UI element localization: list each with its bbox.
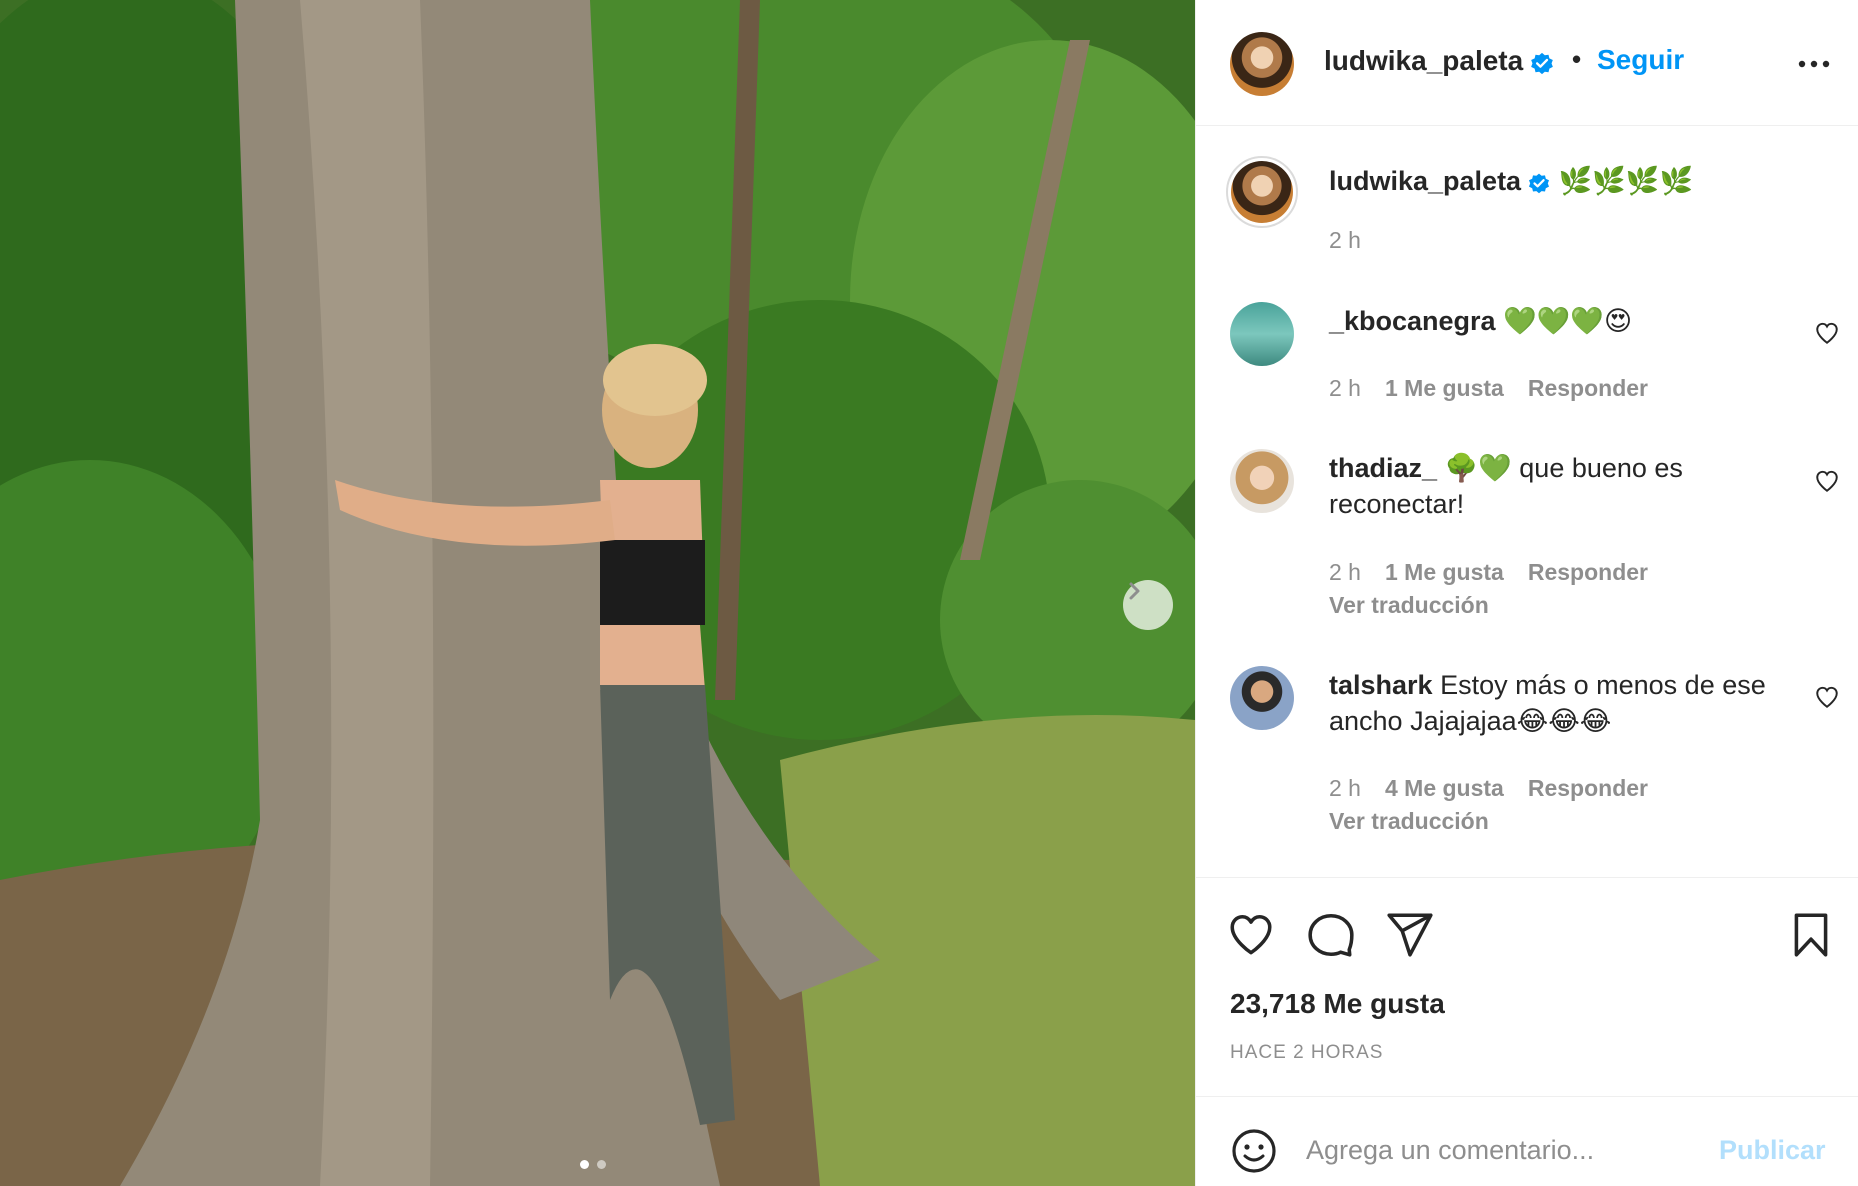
publish-button[interactable]: Publicar — [1719, 1135, 1826, 1166]
heart-icon[interactable] — [1226, 910, 1276, 960]
more-options-icon[interactable] — [1794, 52, 1834, 76]
post-timestamp: HACE 2 HORAS — [1230, 1042, 1384, 1063]
comment-input[interactable] — [1306, 1121, 1706, 1179]
comment-time: 2 h — [1329, 559, 1361, 585]
commenter-avatar[interactable] — [1230, 666, 1294, 730]
post-actions: 23,718 Me gusta HACE 2 HORAS — [1196, 877, 1858, 1096]
caption-time: 2 h — [1329, 227, 1361, 253]
comment-like-heart-icon[interactable] — [1814, 684, 1840, 710]
comment-username[interactable]: talshark — [1329, 670, 1433, 700]
author-username-row: ludwika_paleta — [1324, 45, 1555, 77]
reply-button[interactable]: Responder — [1528, 775, 1648, 802]
post-side-panel: ludwika_paleta • Seguir ludwika_paleta 🌿… — [1195, 0, 1858, 1186]
comment-text: talshark Estoy más o menos de ese ancho … — [1329, 667, 1769, 739]
share-icon[interactable] — [1385, 910, 1435, 960]
commenter-avatar[interactable] — [1230, 449, 1294, 513]
comment-meta: 2 h 1 Me gusta Responder — [1329, 559, 1648, 586]
emoji-icon[interactable] — [1230, 1127, 1278, 1175]
caption-avatar[interactable] — [1226, 156, 1298, 228]
comment-time: 2 h — [1329, 375, 1361, 401]
comment-text: _kbocanegra 💚💚💚😍 — [1329, 303, 1769, 339]
comment-icon[interactable] — [1306, 910, 1356, 960]
comment-likes[interactable]: 1 Me gusta — [1385, 559, 1504, 586]
post-photo[interactable] — [0, 0, 1195, 1186]
comment-text: thadiaz_ 🌳💚 que bueno es reconectar! — [1329, 450, 1769, 522]
comment-username[interactable]: thadiaz_ — [1329, 453, 1437, 483]
comment-meta: 2 h 1 Me gusta Responder — [1329, 375, 1648, 402]
author-avatar[interactable] — [1230, 32, 1294, 96]
chevron-right-icon — [1129, 582, 1140, 600]
caption-text: ludwika_paleta 🌿🌿🌿🌿 — [1329, 163, 1769, 199]
add-comment-bar: Publicar — [1196, 1096, 1858, 1186]
comment-meta: 2 h 4 Me gusta Responder — [1329, 775, 1648, 802]
verified-badge-icon — [1529, 173, 1550, 194]
comment-time: 2 h — [1329, 775, 1361, 801]
comment-likes[interactable]: 4 Me gusta — [1385, 775, 1504, 802]
post-photo-illustration — [0, 0, 1195, 1186]
header-separator: • — [1572, 44, 1582, 74]
carousel-dot-active — [580, 1160, 589, 1169]
comments-list[interactable]: ludwika_paleta 🌿🌿🌿🌿 2 h _kbocanegra 💚💚💚😍… — [1196, 127, 1858, 877]
carousel-indicator — [580, 1160, 606, 1169]
see-translation-link[interactable]: Ver traducción — [1329, 592, 1489, 619]
comment-likes[interactable]: 1 Me gusta — [1385, 375, 1504, 402]
carousel-dot — [597, 1160, 606, 1169]
caption-username[interactable]: ludwika_paleta — [1329, 166, 1521, 196]
verified-badge-icon — [1531, 52, 1554, 74]
comment-body: 💚💚💚😍 — [1503, 306, 1633, 336]
reply-button[interactable]: Responder — [1528, 375, 1648, 402]
comment-username[interactable]: _kbocanegra — [1329, 306, 1496, 336]
comment-like-heart-icon[interactable] — [1814, 320, 1840, 346]
follow-button[interactable]: Seguir — [1597, 44, 1684, 76]
see-translation-link[interactable]: Ver traducción — [1329, 808, 1489, 835]
caption-meta: 2 h — [1329, 227, 1361, 254]
author-username[interactable]: ludwika_paleta — [1324, 45, 1523, 76]
bookmark-icon[interactable] — [1786, 910, 1836, 960]
caption-body: 🌿🌿🌿🌿 — [1558, 166, 1694, 196]
post-header: ludwika_paleta • Seguir — [1196, 0, 1858, 126]
reply-button[interactable]: Responder — [1528, 559, 1648, 586]
like-count[interactable]: 23,718 Me gusta — [1230, 988, 1445, 1020]
comment-like-heart-icon[interactable] — [1814, 468, 1840, 494]
next-slide-button[interactable] — [1123, 580, 1173, 630]
commenter-avatar[interactable] — [1230, 302, 1294, 366]
